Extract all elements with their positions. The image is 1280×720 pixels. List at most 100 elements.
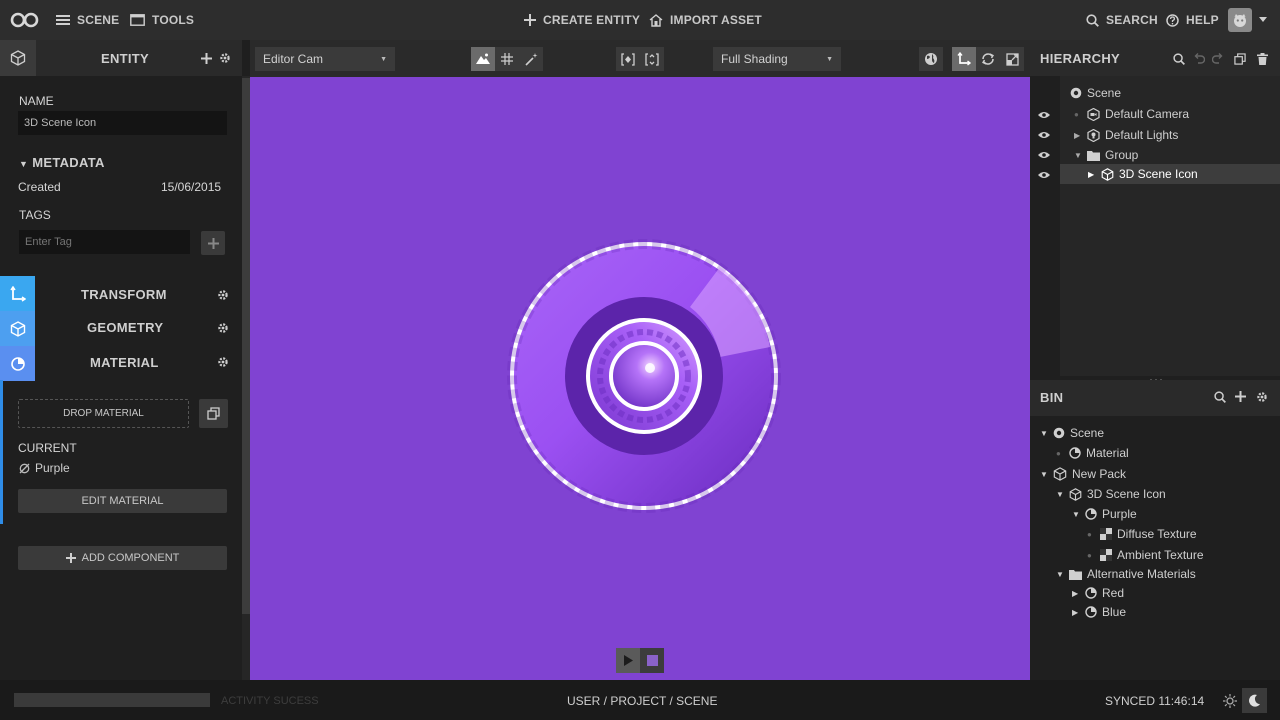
- tools-menu[interactable]: TOOLS: [130, 0, 194, 40]
- rotate-tool[interactable]: [976, 47, 1000, 71]
- eye-icon[interactable]: [1038, 171, 1050, 179]
- bin-item-diffuse-texture[interactable]: ● Diffuse Texture: [1087, 524, 1197, 544]
- tag-input[interactable]: [19, 230, 190, 254]
- trash-icon[interactable]: [1257, 53, 1268, 65]
- eye-icon[interactable]: [1038, 151, 1050, 159]
- add-tag-button[interactable]: [201, 231, 225, 255]
- breadcrumb[interactable]: USER / PROJECT / SCENE: [567, 694, 717, 708]
- focus-button[interactable]: [616, 47, 640, 71]
- bin-item-red[interactable]: ▶ Red: [1072, 583, 1124, 603]
- app-logo[interactable]: [10, 0, 40, 40]
- create-entity-label: CREATE ENTITY: [543, 13, 641, 27]
- current-material[interactable]: Purple: [19, 461, 70, 475]
- gear-icon[interactable]: [1256, 391, 1268, 403]
- duplicate-icon[interactable]: [1234, 53, 1246, 65]
- collapse-arrow-icon: ▼: [1040, 469, 1048, 479]
- user-menu[interactable]: [1228, 0, 1267, 40]
- texture-icon: [1100, 528, 1112, 540]
- geometry-tab[interactable]: [0, 311, 35, 346]
- bin-item-label: Red: [1102, 586, 1125, 600]
- bin-item-alternative-materials[interactable]: ▼ Alternative Materials: [1056, 564, 1196, 584]
- effects-toggle[interactable]: [519, 47, 543, 71]
- tree-item-default-camera[interactable]: ● Default Camera: [1074, 104, 1189, 124]
- import-asset-button[interactable]: IMPORT ASSET: [649, 0, 762, 40]
- search-icon[interactable]: [1214, 391, 1226, 403]
- search-icon[interactable]: [1173, 53, 1185, 65]
- transform-section[interactable]: TRANSFORM: [81, 287, 167, 302]
- grid-toggle[interactable]: [495, 47, 519, 71]
- drop-material-zone[interactable]: DROP MATERIAL: [18, 399, 189, 428]
- entity-scrollbar-thumb[interactable]: [242, 78, 250, 614]
- scene-viewport[interactable]: [250, 77, 1030, 680]
- transform-tab[interactable]: [0, 276, 35, 311]
- shading-select[interactable]: Full Shading ▼: [713, 47, 841, 71]
- redo-icon[interactable]: [1212, 53, 1224, 64]
- gear-icon[interactable]: [217, 289, 229, 301]
- bin-item-material[interactable]: ● Material: [1056, 443, 1129, 463]
- pack-icon: [1053, 467, 1067, 481]
- geometry-section[interactable]: GEOMETRY: [87, 320, 163, 335]
- entity-panel-header: ENTITY: [0, 40, 242, 76]
- gear-icon[interactable]: [217, 356, 229, 368]
- eye-icon[interactable]: [1038, 131, 1050, 139]
- add-icon[interactable]: [1235, 391, 1246, 402]
- bin-item-new-pack[interactable]: ▼ New Pack: [1040, 464, 1126, 484]
- material-section[interactable]: MATERIAL: [90, 355, 159, 370]
- globe-icon: [925, 53, 937, 65]
- eye-icon[interactable]: [1038, 111, 1050, 119]
- grid-icon: [501, 53, 513, 65]
- bin-item-3d-scene-icon[interactable]: ▼ 3D Scene Icon: [1056, 484, 1166, 504]
- camera-select[interactable]: Editor Cam ▼: [255, 47, 395, 71]
- tree-item-scene[interactable]: Scene: [1070, 83, 1121, 103]
- chevron-down-icon: [1259, 17, 1267, 22]
- help-label: HELP: [1186, 13, 1219, 27]
- environment-toggle[interactable]: [471, 47, 495, 71]
- bin-item-label: Material: [1086, 446, 1129, 460]
- tree-item-group[interactable]: ▼ Group: [1074, 145, 1138, 165]
- gear-icon[interactable]: [217, 322, 229, 334]
- bin-item-scene[interactable]: ▼ Scene: [1040, 423, 1104, 443]
- scale-tool[interactable]: [1000, 47, 1024, 71]
- bin-item-purple[interactable]: ▼ Purple: [1072, 504, 1137, 524]
- light-theme-button[interactable]: [1217, 688, 1242, 713]
- tree-item-default-lights[interactable]: ▶ Default Lights: [1074, 125, 1178, 145]
- bin-item-label: Scene: [1070, 426, 1105, 440]
- edit-material-button[interactable]: EDIT MATERIAL: [18, 489, 227, 513]
- scene-icon-model[interactable]: [250, 77, 1030, 680]
- bin-item-ambient-texture[interactable]: ● Ambient Texture: [1087, 545, 1204, 565]
- light-icon: [1087, 128, 1100, 142]
- scene-menu[interactable]: SCENE: [56, 0, 119, 40]
- folder-icon: [1069, 569, 1082, 580]
- frame-selection-button[interactable]: [640, 47, 664, 71]
- bin-item-blue[interactable]: ▶ Blue: [1072, 602, 1126, 622]
- entity-panel-title: ENTITY: [101, 51, 150, 66]
- world-space-toggle[interactable]: [919, 47, 943, 71]
- gear-icon[interactable]: [219, 52, 231, 64]
- stop-button[interactable]: [640, 648, 664, 673]
- bin-item-label: New Pack: [1072, 467, 1127, 481]
- undo-icon[interactable]: [1193, 53, 1205, 64]
- tree-item-3d-scene-icon[interactable]: ▶ 3D Scene Icon: [1060, 164, 1280, 184]
- play-button[interactable]: [616, 648, 640, 673]
- material-icon: [1069, 447, 1081, 459]
- expand-icon: ▼: [19, 159, 29, 169]
- translate-tool[interactable]: [952, 47, 976, 71]
- collapse-arrow-icon: ▼: [1056, 489, 1064, 499]
- add-icon[interactable]: [201, 53, 212, 64]
- help-icon: [1166, 13, 1179, 27]
- bin-item-label: Diffuse Texture: [1117, 527, 1197, 541]
- copy-material-button[interactable]: [199, 399, 228, 428]
- bin-item-label: Ambient Texture: [1117, 548, 1204, 562]
- rotate-icon: [982, 53, 994, 65]
- add-component-button[interactable]: ADD COMPONENT: [18, 546, 227, 570]
- metadata-section[interactable]: ▼ METADATA: [19, 155, 105, 170]
- create-entity-button[interactable]: CREATE ENTITY: [524, 0, 640, 40]
- help-button[interactable]: HELP: [1166, 0, 1219, 40]
- name-input[interactable]: [18, 111, 227, 135]
- collapse-arrow-icon: ▼: [1072, 509, 1080, 519]
- search-button[interactable]: SEARCH: [1086, 0, 1158, 40]
- material-tab[interactable]: [0, 346, 35, 381]
- entity-tab[interactable]: [0, 40, 36, 76]
- leaf-dot: ●: [1087, 529, 1092, 539]
- dark-theme-button[interactable]: [1242, 688, 1267, 713]
